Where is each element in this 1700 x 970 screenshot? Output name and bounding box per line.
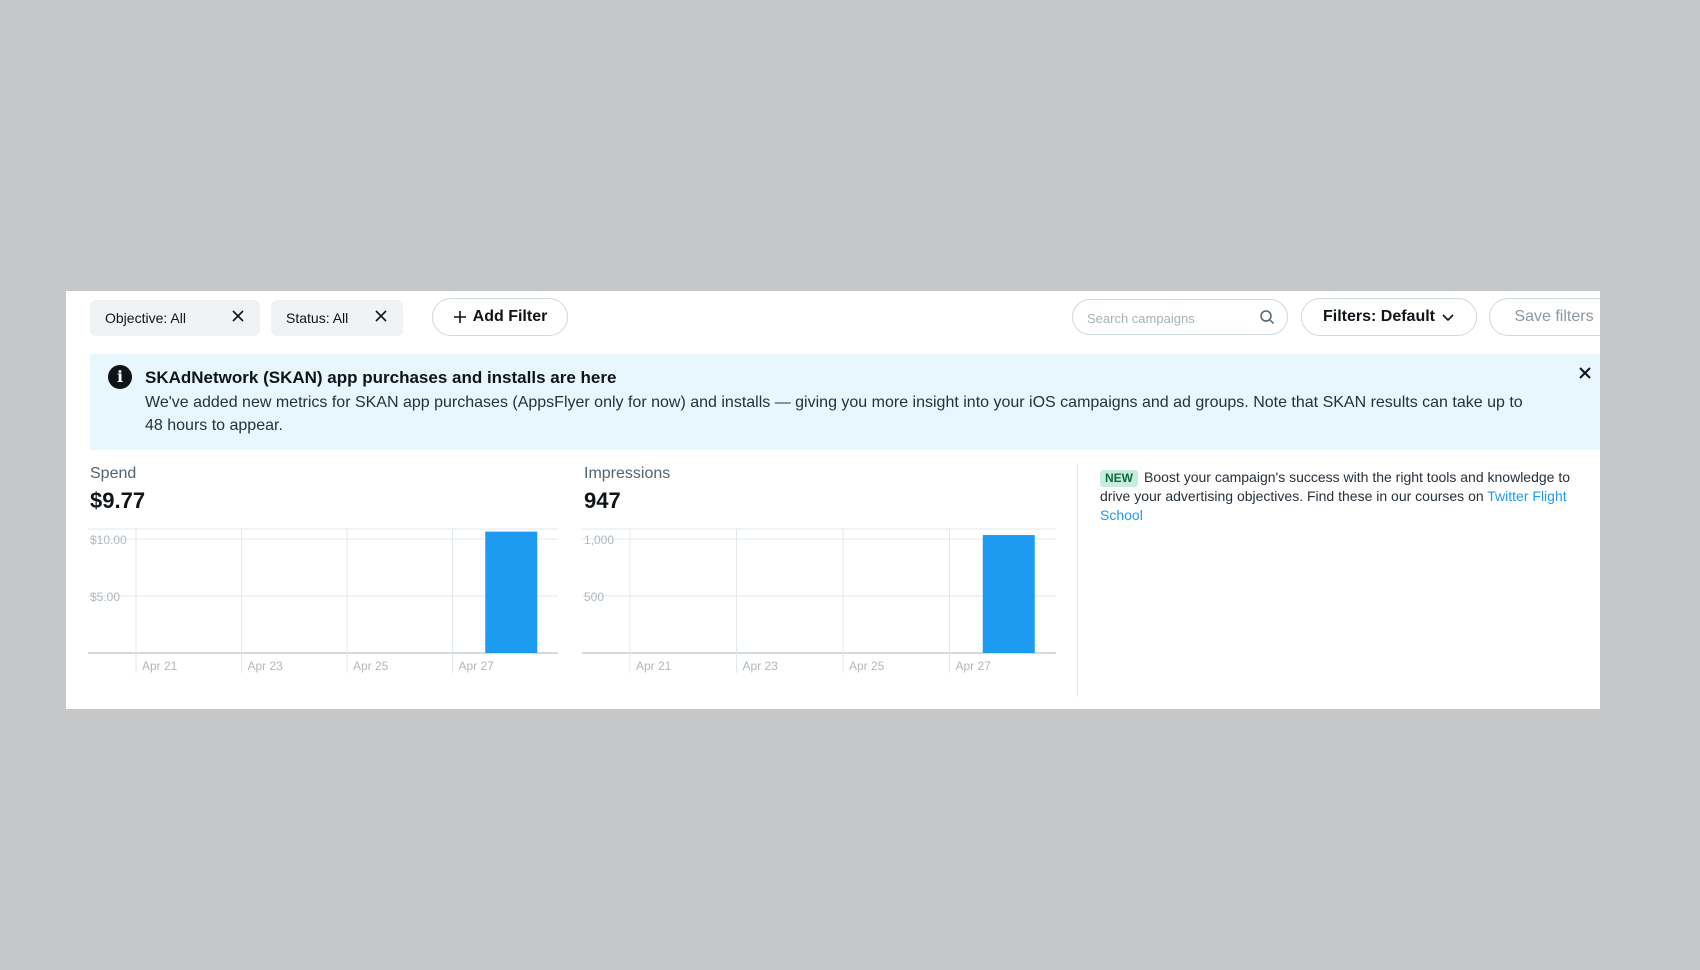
save-filters-label: Save filters: [1514, 308, 1594, 325]
status-filter-chip[interactable]: Status: All: [271, 300, 403, 336]
spend-label: Spend: [90, 465, 137, 482]
spend-value: $9.77: [90, 488, 146, 513]
y-tick-label: $5.00: [90, 590, 120, 604]
banner-title: SKAdNetwork (SKAN) app purchases and ins…: [145, 368, 617, 387]
plus-icon: [453, 311, 466, 323]
new-badge: NEW: [1100, 470, 1138, 487]
filters-default-dropdown[interactable]: Filters: Default: [1301, 298, 1477, 336]
x-tick-label: Apr 25: [849, 659, 885, 673]
x-tick-label: Apr 25: [353, 659, 389, 673]
flight-school-promo: NEW Boost your campaign's success with th…: [1100, 468, 1600, 525]
impressions-value: 947: [584, 488, 621, 513]
status-filter-label: Status: All: [286, 310, 349, 326]
campaigns-panel: Objective: All Status: All Add Filter Fi…: [66, 291, 1600, 709]
search-icon: [1260, 310, 1275, 325]
filters-dropdown-label: Filters: Default: [1322, 308, 1435, 325]
search-campaigns[interactable]: [1072, 299, 1288, 335]
y-tick-label: $10.00: [90, 533, 127, 547]
x-tick-label: Apr 23: [248, 659, 284, 673]
y-tick-label: 1,000: [584, 533, 614, 547]
impressions-label: Impressions: [584, 465, 671, 482]
x-tick-label: Apr 21: [636, 659, 672, 673]
info-icon: i: [108, 365, 132, 389]
chevron-down-icon: [1442, 314, 1454, 322]
y-tick-label: 500: [584, 590, 604, 604]
x-tick-label: Apr 27: [459, 659, 495, 673]
column-divider: [1077, 465, 1078, 697]
add-filter-button[interactable]: Add Filter: [432, 298, 568, 336]
bar: [485, 531, 538, 653]
save-filters-button[interactable]: Save filters: [1489, 298, 1600, 336]
search-input[interactable]: [1085, 306, 1259, 330]
skan-announcement-banner: i SKAdNetwork (SKAN) app purchases and i…: [90, 354, 1600, 450]
x-tick-label: Apr 27: [956, 659, 992, 673]
objective-filter-chip[interactable]: Objective: All: [90, 300, 260, 336]
spend-chart: $10.00 $5.00 Apr 21 Apr 23 Apr 25 Apr 27: [88, 528, 558, 673]
close-icon[interactable]: [230, 308, 246, 324]
objective-filter-label: Objective: All: [105, 310, 186, 326]
x-tick-label: Apr 23: [743, 659, 779, 673]
impressions-chart: 1,000 500 Apr 21 Apr 23 Apr 25 Apr 27: [582, 528, 1056, 673]
filter-toolbar: Objective: All Status: All Add Filter Fi…: [66, 291, 1600, 353]
banner-close-icon[interactable]: [1576, 364, 1594, 382]
x-tick-label: Apr 21: [142, 659, 178, 673]
bar: [982, 535, 1035, 653]
add-filter-label: Add Filter: [472, 308, 548, 325]
close-icon[interactable]: [373, 308, 389, 324]
banner-body: We've added new metrics for SKAN app pur…: [145, 394, 1523, 434]
